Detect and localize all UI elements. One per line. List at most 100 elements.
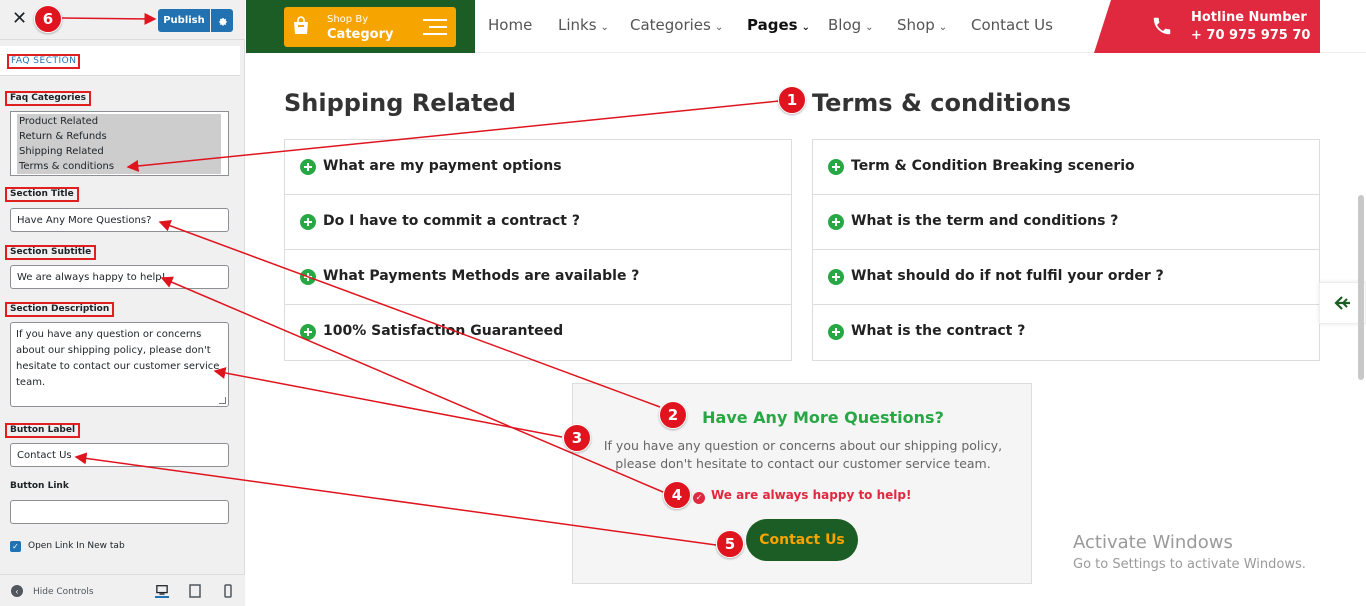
close-icon[interactable]: ✕ [12, 9, 27, 29]
faq-item[interactable]: Do I have to commit a contract ? [285, 195, 791, 250]
annotation-badge-6: 6 [34, 5, 62, 33]
nav-blog[interactable]: Blog ⌄ [828, 16, 874, 34]
section-description-label: Section Description [5, 302, 115, 317]
nav-pages[interactable]: Pages ⌄ [747, 16, 810, 34]
faq-item[interactable]: Term & Condition Breaking scenerio [813, 140, 1319, 195]
shopping-bag-icon [294, 16, 308, 34]
faq-categories-select[interactable]: Product Related Return & Refunds Shippin… [10, 111, 229, 176]
button-label-label: Button Label [5, 423, 81, 438]
cta-description: If you have any question or concerns abo… [603, 438, 1003, 471]
resize-handle-icon[interactable] [219, 397, 226, 404]
faq-right-column: Term & Condition Breaking scenerio What … [812, 139, 1320, 361]
check-circle-icon: ✓ [693, 492, 705, 504]
faq-item[interactable]: What is the contract ? [813, 305, 1319, 360]
nav-home-label: Home [488, 16, 533, 34]
category-option[interactable]: Return & Refunds [17, 129, 221, 144]
mobile-preview-icon[interactable] [221, 584, 235, 598]
plus-circle-icon [828, 214, 844, 230]
plus-circle-icon [300, 159, 316, 175]
chevron-down-icon: ⌄ [600, 22, 609, 33]
faq-item[interactable]: What Payments Methods are available ? [285, 250, 791, 305]
contact-us-button[interactable]: Contact Us [746, 519, 858, 561]
annotation-badge-2: 2 [659, 401, 687, 429]
nav-links-label: Links [558, 16, 597, 34]
tablet-preview-icon[interactable] [188, 584, 202, 598]
faq-question: 100% Satisfaction Guaranteed [323, 323, 564, 339]
hotline-corner [1094, 0, 1111, 53]
cta-title: Have Any More Questions? [702, 408, 944, 427]
section-title-label: Section Title [5, 187, 79, 202]
category-text: Category [327, 27, 394, 42]
category-option[interactable]: Terms & conditions [17, 159, 221, 174]
nav-links[interactable]: Links ⌄ [558, 16, 609, 34]
cta-subtitle-text: We are always happy to help! [711, 488, 912, 502]
button-link-label: Button Link [10, 481, 69, 491]
hotline-block[interactable]: Hotline Number + 70 975 975 70 [1111, 0, 1320, 53]
faq-question: What are my payment options [323, 158, 562, 174]
chevron-down-icon: ⌄ [938, 22, 948, 33]
shop-by-text: Shop By [327, 14, 369, 25]
section-header-title: FAQ SECTION [7, 54, 81, 69]
customizer-footer: ‹ Hide Controls [0, 574, 245, 606]
gear-icon [218, 18, 227, 26]
faq-item[interactable]: 100% Satisfaction Guaranteed [285, 305, 791, 360]
nav-pages-label: Pages [747, 16, 798, 34]
phone-icon [1153, 17, 1171, 35]
section-description-textarea[interactable]: If you have any question or concerns abo… [10, 322, 229, 407]
nav-home[interactable]: Home [488, 16, 532, 34]
chevron-down-icon: ⌄ [714, 22, 724, 33]
button-link-input[interactable] [10, 500, 229, 524]
faq-item[interactable]: What are my payment options [285, 140, 791, 195]
annotation-badge-1: 1 [778, 86, 806, 114]
nav-blog-label: Blog [828, 16, 862, 34]
open-new-tab-label: Open Link In New tab [28, 541, 125, 551]
faq-item[interactable]: What should do if not fulfil your order … [813, 250, 1319, 305]
plus-circle-icon [300, 269, 316, 285]
section-subtitle-input[interactable]: We are always happy to help! [10, 265, 229, 289]
publish-settings-button[interactable] [211, 9, 233, 32]
plus-circle-icon [300, 324, 316, 340]
faq-question: What is the term and conditions ? [851, 213, 1119, 229]
site-preview: Shop By Category Home Links ⌄ Categories ⌄… [246, 0, 1366, 606]
faq-categories-label: Faq Categories [5, 91, 91, 106]
faq-question: What Payments Methods are available ? [323, 268, 640, 284]
checkmark-icon: ✓ [12, 542, 19, 551]
button-label-input[interactable]: Contact Us [10, 443, 229, 467]
section-header: FAQ SECTION [0, 46, 240, 76]
open-new-tab-checkbox[interactable]: ✓ [10, 541, 21, 552]
double-arrow-left-icon [1333, 296, 1350, 310]
nav-shop[interactable]: Shop ⌄ [897, 16, 947, 34]
shop-by-category-button[interactable]: Shop By Category [284, 7, 456, 47]
publish-button[interactable]: Publish [158, 9, 210, 32]
scrollbar-thumb[interactable] [1358, 195, 1364, 380]
plus-circle-icon [300, 214, 316, 230]
plus-circle-icon [828, 324, 844, 340]
customizer-panel: ✕ Publish FAQ SECTION Faq Categories Pro… [0, 0, 245, 606]
faq-question: Term & Condition Breaking scenerio [851, 158, 1135, 174]
hide-controls-button[interactable]: Hide Controls [33, 587, 94, 597]
desktop-preview-icon[interactable] [155, 584, 169, 598]
faq-item[interactable]: What is the term and conditions ? [813, 195, 1319, 250]
hotline-label: Hotline Number [1191, 10, 1307, 25]
category-block: Shop By Category [246, 0, 475, 53]
hide-controls-icon[interactable]: ‹ [11, 585, 23, 597]
hamburger-menu-icon [423, 19, 447, 35]
faq-question: What is the contract ? [851, 323, 1026, 339]
activate-windows-title: Activate Windows [1073, 532, 1233, 553]
category-option[interactable]: Product Related [17, 114, 221, 129]
faq-left-column: What are my payment options Do I have to… [284, 139, 792, 361]
section-description-text: If you have any question or concerns abo… [16, 329, 220, 388]
faq-right-title: Terms & conditions [812, 89, 1071, 117]
category-option[interactable]: Shipping Related [17, 144, 221, 159]
chevron-down-icon: ⌄ [865, 22, 874, 33]
annotation-badge-3: 3 [563, 424, 591, 452]
faq-question: Do I have to commit a contract ? [323, 213, 580, 229]
questions-cta-box: Have Any More Questions? If you have any… [572, 383, 1032, 584]
nav-contact-label: Contact Us [971, 16, 1053, 34]
section-subtitle-label: Section Subtitle [5, 245, 97, 260]
nav-categories[interactable]: Categories ⌄ [630, 16, 723, 34]
nav-contact-us[interactable]: Contact Us [971, 16, 1053, 34]
section-title-input[interactable]: Have Any More Questions? [10, 208, 229, 232]
chevron-down-icon: ⌄ [801, 22, 810, 33]
cta-subtitle: ✓ We are always happy to help! [693, 488, 993, 504]
